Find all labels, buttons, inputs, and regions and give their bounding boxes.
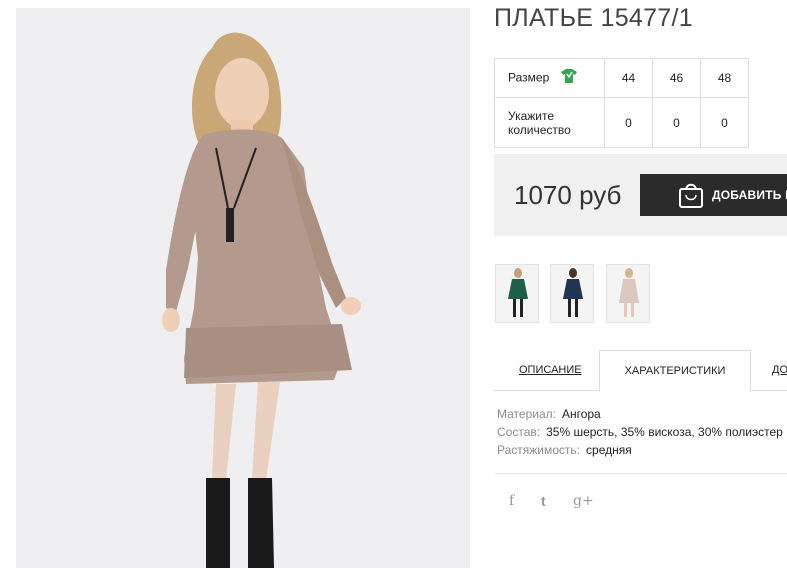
size-46: 46 <box>652 58 701 98</box>
tab-description[interactable]: ОПИСАНИЕ <box>519 350 582 391</box>
char-row: Состав: 35% шерсть, 35% вискоза, 30% поли… <box>497 423 783 441</box>
char-key: Материал: <box>497 407 556 421</box>
thumbnail-navy[interactable] <box>550 264 594 323</box>
size-table: Размер 44 46 48 Укажите количество 0 0 0 <box>494 58 749 148</box>
google-plus-icon[interactable]: g+ <box>573 493 594 509</box>
price-box: 1070 руб ДОБАВИТЬ В <box>494 154 787 236</box>
char-row: Материал: Ангора <box>497 405 783 423</box>
product-price: 1070 руб <box>514 180 622 210</box>
char-value: средняя <box>586 443 632 457</box>
qty-input-44[interactable]: 0 <box>604 97 653 148</box>
tab-more[interactable]: ДО <box>772 350 787 391</box>
char-value: 35% шерсть, 35% вискоза, 30% полиэстер <box>546 425 783 439</box>
twitter-icon[interactable]: t <box>541 493 546 509</box>
size-48: 48 <box>700 58 749 98</box>
char-row: Растяжимость: средняя <box>497 441 783 459</box>
qty-label: Укажите количество <box>494 97 605 148</box>
char-value: Ангора <box>561 407 601 421</box>
thumbnail-beige[interactable] <box>606 264 650 323</box>
product-main-image[interactable] <box>16 8 470 568</box>
size-label: Размер <box>508 70 550 85</box>
char-key: Растяжимость: <box>497 443 581 457</box>
product-tabs: ОПИСАНИЕ ХАРАКТЕРИСТИКИ ДО <box>494 350 787 392</box>
product-title: ПЛАТЬЕ 15477/1 <box>494 4 693 32</box>
tab-characteristics[interactable]: ХАРАКТЕРИСТИКИ <box>599 350 751 392</box>
qty-input-46[interactable]: 0 <box>652 97 701 148</box>
facebook-icon[interactable]: f <box>509 493 514 509</box>
characteristics-list: Материал: Ангора Состав: 35% шерсть, 35% в… <box>497 405 783 459</box>
thumbnail-green[interactable] <box>495 264 539 323</box>
qty-input-48[interactable]: 0 <box>700 97 749 148</box>
size-44: 44 <box>604 58 653 98</box>
char-key: Состав: <box>497 425 541 439</box>
add-to-cart-button[interactable]: ДОБАВИТЬ В <box>640 174 787 216</box>
divider <box>495 473 787 474</box>
size-chart-icon[interactable] <box>560 68 577 86</box>
shopping-bag-icon <box>678 181 704 214</box>
add-to-cart-label: ДОБАВИТЬ В <box>712 188 787 202</box>
size-label-cell: Размер <box>494 58 605 98</box>
